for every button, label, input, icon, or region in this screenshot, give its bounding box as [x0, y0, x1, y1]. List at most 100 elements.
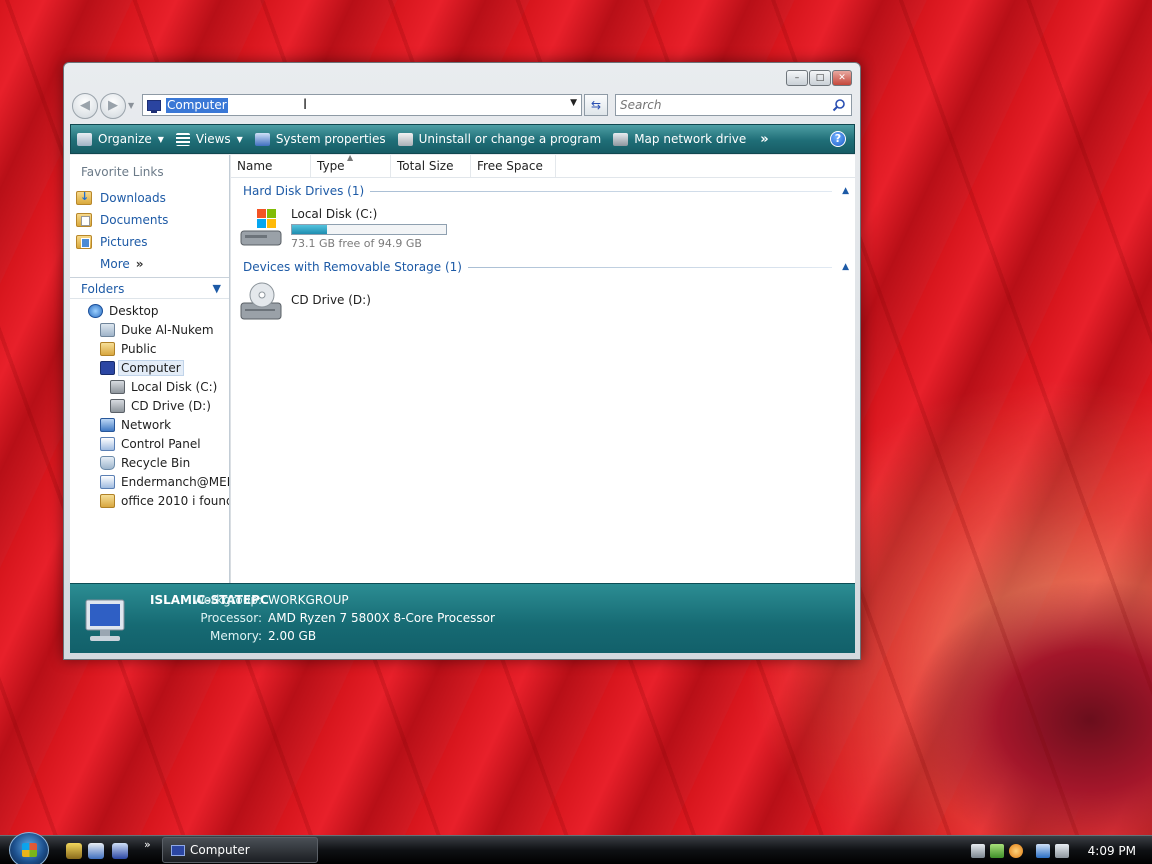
column-header-type[interactable]: ▲ Type: [311, 153, 391, 177]
organize-button[interactable]: Organize ▼: [71, 127, 170, 151]
more-label: More: [100, 257, 130, 271]
tree-item-network[interactable]: Network: [70, 415, 229, 434]
caption-buttons: – □ ✕: [786, 70, 852, 86]
tree-label: Recycle Bin: [121, 455, 191, 470]
shortcut-icon: [100, 474, 115, 489]
quicklaunch-app-icon[interactable]: [66, 843, 82, 859]
tree-label: Local Disk (C:): [131, 379, 218, 394]
favorites-more-link[interactable]: More »: [70, 253, 229, 275]
favorite-pictures[interactable]: Pictures: [70, 231, 229, 253]
back-button[interactable]: ◀: [72, 93, 98, 119]
processor-row: Processor: AMD Ryzen 7 5800X 8-Core Proc…: [182, 611, 495, 625]
memory-value: 2.00 GB: [268, 629, 317, 643]
column-header-free-space[interactable]: Free Space: [471, 155, 556, 177]
network-icon: [100, 417, 115, 432]
control-panel-icon: [100, 436, 115, 451]
network-status-icon[interactable]: [1035, 843, 1050, 858]
text-cursor-icon: I: [303, 97, 308, 113]
workgroup-row: Workgroup: WORKGROUP: [182, 593, 349, 607]
start-button[interactable]: [9, 832, 49, 864]
drive-item-cd[interactable]: CD Drive (D:): [239, 279, 371, 323]
favorite-label: Documents: [100, 213, 169, 227]
network-drive-icon: [613, 132, 629, 146]
group-header-removable[interactable]: Devices with Removable Storage (1) ▲: [243, 258, 849, 276]
tray-search-icon[interactable]: [1008, 843, 1023, 858]
refresh-button[interactable]: ⇆: [584, 94, 608, 116]
tree-item-office[interactable]: office 2010 i found o: [70, 491, 229, 510]
search-input[interactable]: [620, 95, 820, 115]
system-tray: 4:09 PM: [970, 836, 1152, 864]
explorer-window[interactable]: – □ ✕ ◀ ▶ ▼ Computer I ▼ ⇆ Organize ▼ Vi…: [63, 62, 861, 660]
downloads-folder-icon: [76, 190, 92, 205]
switch-windows-icon[interactable]: [88, 843, 104, 859]
tree-item-control-panel[interactable]: Control Panel: [70, 434, 229, 453]
tree-label: Desktop: [109, 303, 159, 318]
close-button[interactable]: ✕: [832, 70, 852, 86]
folders-header[interactable]: Folders ▼: [70, 277, 229, 299]
quicklaunch-more-button[interactable]: »: [144, 838, 151, 851]
group-label: Hard Disk Drives (1): [243, 184, 365, 198]
tree-label: CD Drive (D:): [131, 398, 211, 413]
favorite-label: Pictures: [100, 235, 148, 249]
content-pane: Name ▲ Type Total Size Free Space Hard D…: [231, 153, 855, 583]
maximize-button[interactable]: □: [809, 70, 831, 86]
drive-item-local-disk[interactable]: Local Disk (C:) 73.1 GB free of 94.9 GB: [239, 205, 447, 250]
memory-row: Memory: 2.00 GB: [182, 629, 316, 643]
tree-item-desktop[interactable]: Desktop: [70, 301, 229, 320]
views-button[interactable]: Views ▼: [170, 127, 249, 151]
show-desktop-icon[interactable]: [112, 843, 128, 859]
tray-security-icon[interactable]: [989, 843, 1004, 858]
favorite-downloads[interactable]: Downloads: [70, 187, 229, 209]
hard-disk-windows-icon: [239, 205, 285, 249]
taskbar: » Computer 4:09 PM: [0, 832, 1152, 864]
tree-item-computer[interactable]: Computer: [70, 358, 229, 377]
address-text[interactable]: Computer: [166, 97, 228, 113]
computer-icon: [171, 844, 185, 856]
group-header-hard-disks[interactable]: Hard Disk Drives (1) ▲: [243, 182, 849, 200]
pictures-folder-icon: [76, 235, 92, 249]
collapse-icon[interactable]: ▲: [842, 186, 849, 196]
collapse-icon[interactable]: ▲: [842, 262, 849, 272]
tree-item-endermanch[interactable]: Endermanch@MEM: [70, 472, 229, 491]
recent-pages-dropdown[interactable]: ▼: [128, 101, 134, 110]
taskbar-button-computer[interactable]: Computer: [162, 837, 318, 863]
tree-label: Duke Al-Nukem: [121, 322, 214, 337]
system-properties-button[interactable]: System properties: [249, 127, 392, 151]
uninstall-button[interactable]: Uninstall or change a program: [392, 127, 608, 151]
address-bar[interactable]: Computer I ▼: [142, 94, 582, 116]
clock[interactable]: 4:09 PM: [1088, 844, 1136, 858]
forward-button[interactable]: ▶: [100, 93, 126, 119]
views-icon: [175, 132, 190, 146]
favorite-documents[interactable]: Documents: [70, 209, 229, 231]
organize-label: Organize: [98, 132, 152, 146]
tree-item-public[interactable]: Public: [70, 339, 229, 358]
search-box[interactable]: [615, 94, 852, 116]
group-divider: [370, 190, 833, 192]
workgroup-label: Workgroup:: [192, 593, 262, 607]
column-header-name[interactable]: Name: [231, 155, 311, 177]
help-icon[interactable]: ?: [830, 131, 846, 147]
tree-item-cd-drive[interactable]: CD Drive (D:): [70, 396, 229, 415]
group-divider: [467, 266, 833, 268]
tray-app-icon[interactable]: [970, 843, 985, 858]
tree-item-local-disk[interactable]: Local Disk (C:): [70, 377, 229, 396]
computer-icon: [147, 99, 161, 113]
chevron-down-icon[interactable]: ▼: [213, 278, 221, 300]
details-pane: ISLAMIC-STATEPC Workgroup: WORKGROUP Pro…: [70, 583, 855, 653]
volume-muted-icon[interactable]: [1054, 843, 1069, 858]
system-properties-label: System properties: [275, 132, 386, 146]
address-dropdown-icon[interactable]: ▼: [570, 98, 577, 108]
tree-item-user[interactable]: Duke Al-Nukem: [70, 320, 229, 339]
minimize-button[interactable]: –: [786, 70, 808, 86]
system-properties-icon: [254, 132, 270, 146]
workgroup-value: WORKGROUP: [268, 593, 349, 607]
map-network-drive-button[interactable]: Map network drive: [607, 127, 752, 151]
processor-label: Processor:: [200, 611, 262, 625]
column-header-total-size[interactable]: Total Size: [391, 155, 471, 177]
tree-item-recycle-bin[interactable]: Recycle Bin: [70, 453, 229, 472]
command-bar: Organize ▼ Views ▼ System properties Uni…: [70, 124, 855, 154]
search-icon[interactable]: [832, 98, 846, 112]
drive-usage-fill: [292, 225, 328, 234]
toolbar-overflow-button[interactable]: »: [754, 127, 774, 151]
favorite-links-list: Downloads Documents Pictures More »: [70, 187, 229, 275]
